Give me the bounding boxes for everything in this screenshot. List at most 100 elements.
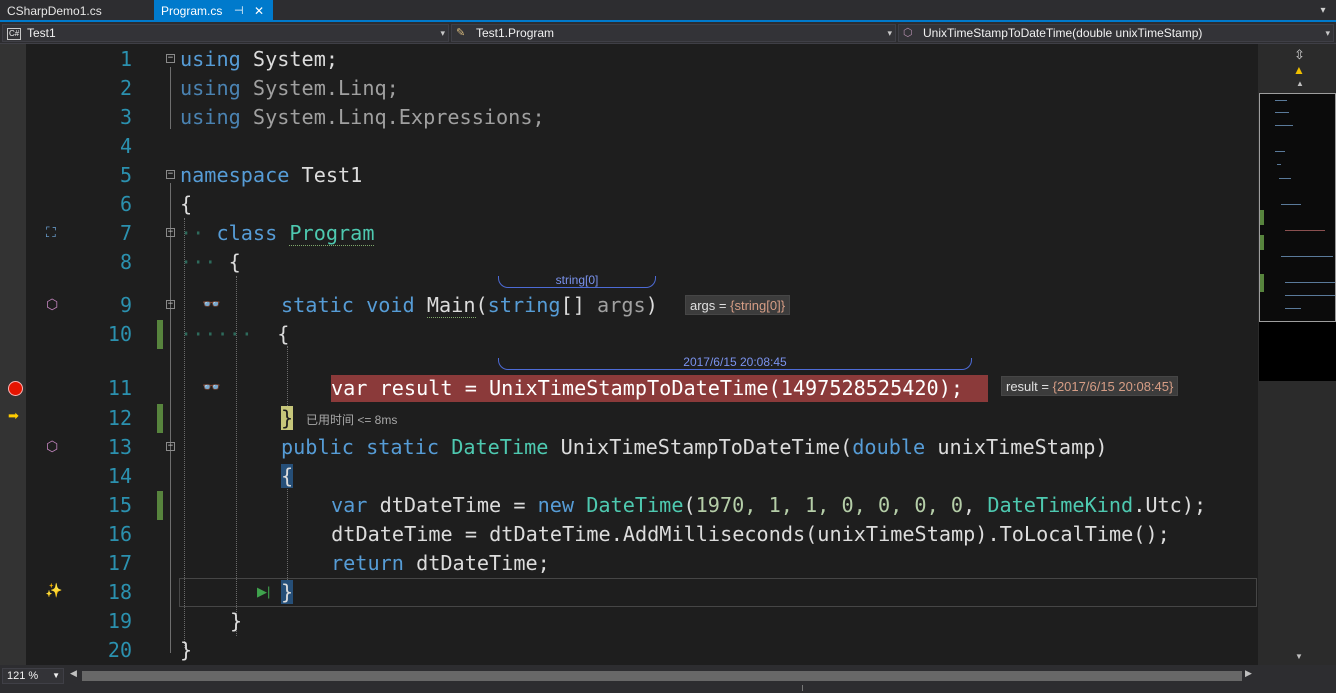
code-line[interactable]: ⛶ 7 − ·· class Program	[0, 219, 1258, 248]
scroll-down-icon[interactable]: ▼	[1295, 652, 1303, 661]
line-number: 13	[107, 435, 132, 459]
code-line[interactable]: 6 {	[0, 190, 1258, 219]
method-name: Main	[426, 293, 476, 318]
map-line	[1285, 308, 1301, 309]
tab-label: Program.cs	[161, 4, 223, 18]
code-line[interactable]: 15 var dtDateTime = new DateTime(1970, 1…	[0, 491, 1258, 520]
line-number: 1	[119, 47, 132, 71]
inline-value-label: string[0]	[555, 273, 599, 287]
line-number: 6	[119, 192, 132, 216]
keyword: new	[537, 493, 575, 517]
code-line[interactable]: 19 }	[0, 607, 1258, 636]
line-number: 10	[107, 322, 132, 346]
class-diagram-icon[interactable]: ⛶	[46, 224, 56, 241]
code-text: []	[560, 293, 585, 317]
map-line	[1275, 100, 1287, 101]
quick-action-wand-icon[interactable]: ✨	[45, 582, 62, 599]
code-line[interactable]: 20 }	[0, 636, 1258, 665]
code-text: result = UnixTimeStampToDateTime(1497528…	[367, 376, 964, 400]
code-text: (	[683, 493, 696, 517]
code-line[interactable]: ⬡ 9 − 👓 static void Main(string[] args) …	[0, 291, 1258, 320]
project-dropdown[interactable]: C# Test1 ▾	[2, 24, 449, 42]
current-line-box	[179, 578, 1257, 607]
close-icon[interactable]: ✕	[254, 0, 264, 22]
map-line	[1285, 295, 1335, 296]
map-line	[1279, 178, 1291, 179]
line-number: 3	[119, 105, 132, 129]
code-text: dtDateTime =	[367, 493, 538, 517]
tab-overflow-dropdown-icon[interactable]: ▾	[1316, 0, 1330, 22]
run-to-cursor-icon[interactable]: ▶|	[257, 584, 270, 600]
code-text: Test1	[289, 163, 363, 187]
zoom-level-dropdown[interactable]: 121 % ▼	[2, 668, 64, 684]
perf-tip[interactable]: 已用时间 <= 8ms	[306, 411, 397, 428]
code-line[interactable]: 16 dtDateTime = dtDateTime.AddMillisecon…	[0, 520, 1258, 549]
member-dropdown[interactable]: ⬡ UnixTimeStampToDateTime(double unixTim…	[898, 24, 1334, 42]
line-number: 19	[107, 609, 132, 633]
chevron-down-icon: ▾	[887, 28, 892, 38]
code-line[interactable]: 4	[0, 132, 1258, 161]
horizontal-scrollbar[interactable]	[82, 671, 1242, 681]
warning-icon[interactable]: ▲	[1293, 63, 1305, 77]
code-line-breakpoint[interactable]: 11 👓 var result = UnixTimeStampToDateTim…	[0, 374, 1258, 403]
code-line[interactable]: 5 − namespace Test1	[0, 161, 1258, 190]
map-viewport-window[interactable]	[1259, 93, 1336, 322]
code-editor[interactable]: 1 − using System; 2 using System.Linq; 3…	[0, 44, 1258, 665]
split-window-icon[interactable]: ⇳	[1294, 47, 1305, 63]
method-reference-icon[interactable]: ⬡	[46, 438, 58, 455]
pin-icon[interactable]: ⊣	[234, 0, 244, 22]
inline-value-label: 2017/6/15 20:08:45	[683, 355, 787, 369]
code-line[interactable]: 1 − using System;	[0, 45, 1258, 74]
map-line	[1285, 282, 1335, 283]
scroll-left-icon[interactable]: ◀	[70, 668, 77, 679]
line-number: 5	[119, 163, 132, 187]
collapse-icon[interactable]: −	[166, 300, 175, 309]
watch-glasses-icon[interactable]: 👓	[202, 378, 221, 396]
tab-program[interactable]: Program.cs ⊣ ✕	[154, 0, 273, 22]
datatip-label: args =	[690, 298, 731, 313]
map-line	[1275, 112, 1289, 113]
tab-label: CSharpDemo1.cs	[7, 4, 102, 18]
type-name: DateTime	[451, 435, 549, 459]
map-change-marker	[1260, 274, 1264, 292]
keyword: static	[281, 293, 354, 317]
collapse-icon[interactable]: −	[166, 170, 175, 179]
current-statement-arrow-icon: ➡	[8, 408, 19, 423]
code-line[interactable]: 17 return dtDateTime;	[0, 549, 1258, 578]
tab-csharpdemo1[interactable]: CSharpDemo1.cs	[0, 0, 152, 22]
code-line[interactable]: 10 ······ {	[0, 320, 1258, 349]
watch-glasses-icon[interactable]: 👓	[202, 295, 221, 313]
type-dropdown[interactable]: ✎ Test1.Program ▾	[451, 24, 896, 42]
collapse-icon[interactable]: −	[166, 228, 175, 237]
line-number: 12	[107, 406, 132, 430]
code-line[interactable]: 2 using System.Linq;	[0, 74, 1258, 103]
scroll-tick	[802, 685, 803, 691]
code-line-current[interactable]: ➡ 12 } 已用时间 <= 8ms	[0, 404, 1258, 433]
args-datatip[interactable]: args = {string[0]}	[685, 295, 791, 315]
line-number: 18	[107, 580, 132, 604]
member-name: UnixTimeStampToDateTime(double unixTimeS…	[923, 26, 1203, 40]
scroll-up-icon[interactable]: ▲	[1296, 79, 1304, 88]
datatip-label: result =	[1006, 379, 1053, 394]
change-marker	[157, 404, 163, 433]
method-reference-icon[interactable]: ⬡	[46, 296, 58, 313]
number-literals: 1970, 1, 1, 0, 0, 0, 0	[695, 493, 964, 517]
line-number: 8	[119, 250, 132, 274]
horizontal-scroll-thumb[interactable]	[82, 671, 1242, 681]
code-line-cursor[interactable]: ✨ 18 ▶| }	[0, 578, 1258, 607]
editor-bottom-bar: 121 % ▼ ◀ ▶	[0, 665, 1336, 693]
collapse-icon[interactable]: −	[166, 54, 175, 63]
code-text: {	[180, 192, 193, 216]
code-line[interactable]: ⬡ 13 − public static DateTime UnixTimeSt…	[0, 433, 1258, 462]
scroll-right-icon[interactable]: ▶	[1245, 668, 1252, 679]
result-datatip[interactable]: result = {2017/6/15 20:08:45}	[1001, 376, 1179, 396]
paren: (	[475, 293, 488, 317]
breakpoint-icon[interactable]	[8, 381, 23, 396]
code-line[interactable]: 14 {	[0, 462, 1258, 491]
collapse-icon[interactable]: −	[166, 442, 175, 451]
paren: )	[645, 293, 658, 317]
type-name: DateTime	[586, 493, 684, 517]
keyword: void	[366, 293, 415, 317]
code-line[interactable]: 3 using System.Linq.Expressions;	[0, 103, 1258, 132]
